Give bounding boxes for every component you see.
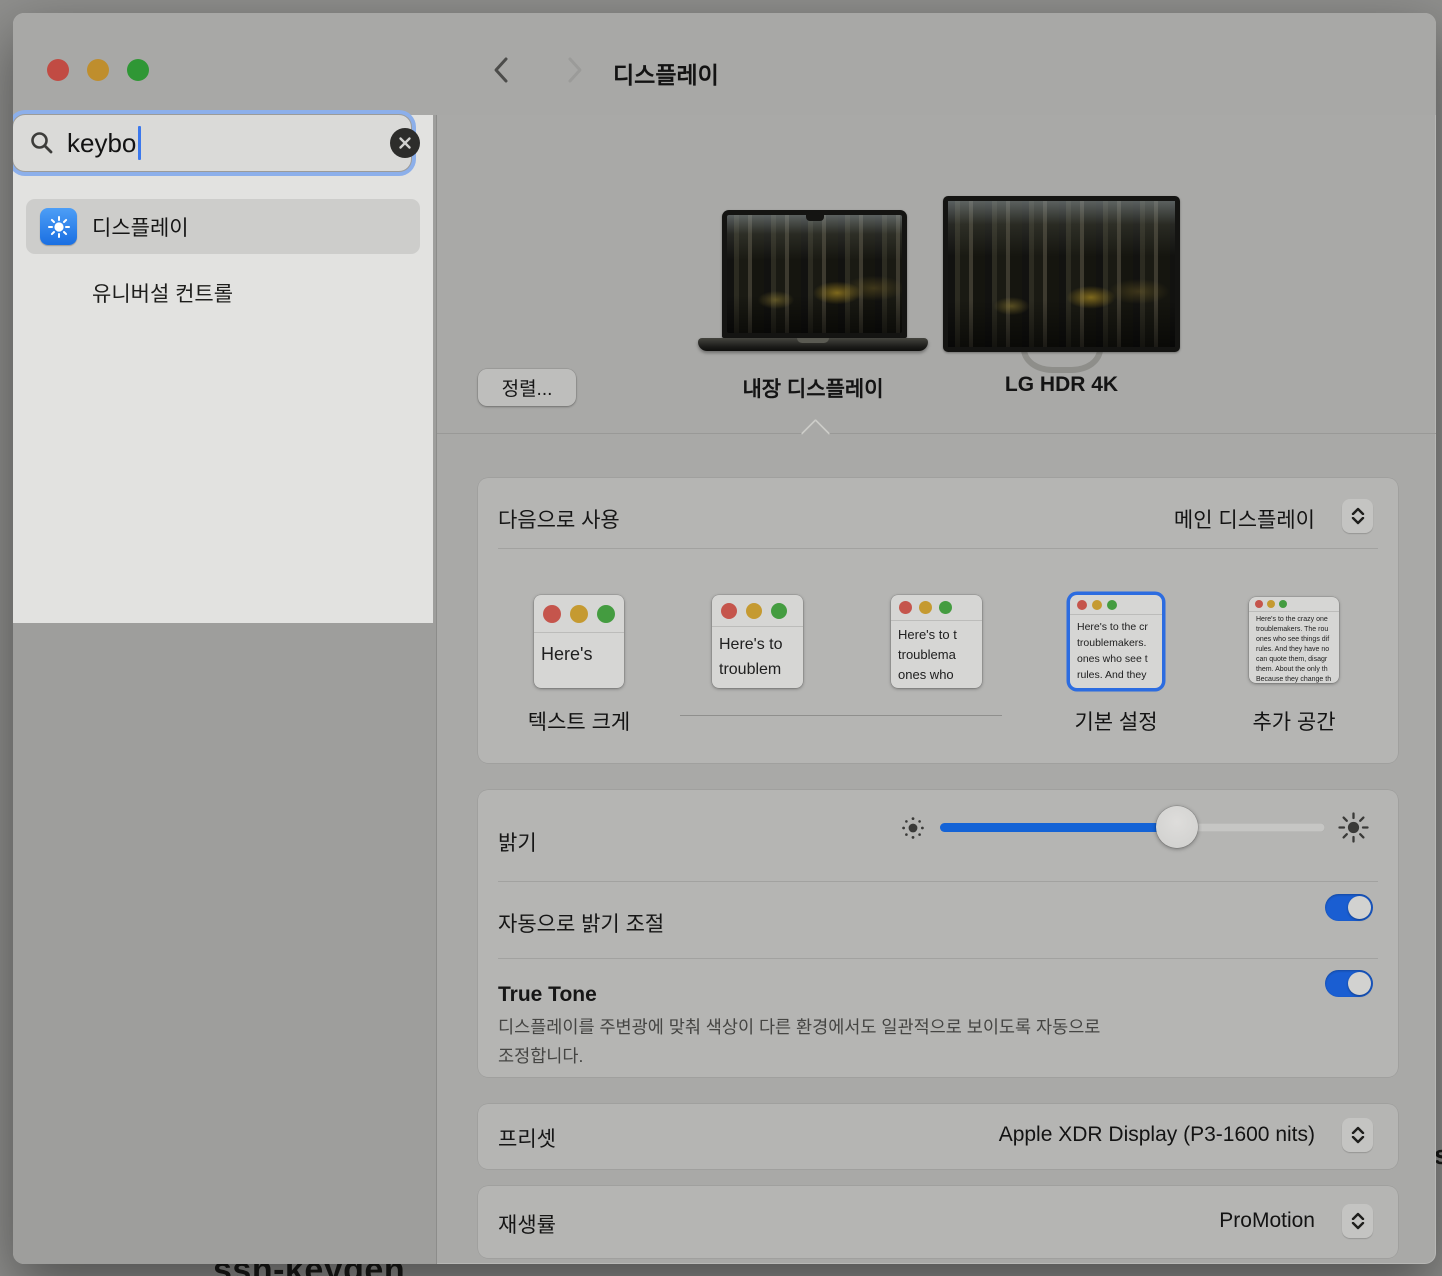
brightness-label: 밝기 <box>498 827 537 857</box>
refresh-rate-label: 재생률 <box>498 1209 556 1239</box>
brightness-high-icon <box>1338 812 1369 843</box>
search-result-label: 디스플레이 <box>92 212 189 242</box>
green-dot-icon <box>771 603 787 619</box>
sidebar-divider <box>436 115 437 1264</box>
row-divider <box>498 548 1378 549</box>
back-button[interactable] <box>490 55 514 85</box>
scaling-option-more-space[interactable]: Here's to the crazy one troublemakers. T… <box>1249 597 1339 683</box>
laptop-base <box>698 338 928 351</box>
true-tone-description: 디스플레이를 주변광에 맞춰 색상이 다른 환경에서도 일관적으로 보이도록 자… <box>498 1013 1258 1071</box>
green-dot-icon <box>1107 600 1117 610</box>
section-divider <box>437 433 1436 434</box>
scaling-label-default: 기본 설정 <box>1041 706 1191 736</box>
preset-label: 프리셋 <box>498 1123 556 1153</box>
green-dot-icon <box>1279 600 1287 608</box>
arrange-button[interactable]: 정렬... <box>478 369 576 406</box>
search-result-displays[interactable]: 디스플레이 <box>26 199 420 254</box>
scaling-label-larger-text: 텍스트 크게 <box>504 706 654 736</box>
brightness-slider-fill <box>940 823 1166 832</box>
external-display-label: LG HDR 4K <box>943 373 1180 397</box>
scaling-option-2[interactable]: Here's to troublem <box>712 595 803 688</box>
screenshot-root: ssh-keygen s keybo <box>0 0 1442 1276</box>
refresh-rate-dropdown[interactable] <box>1342 1204 1373 1238</box>
builtin-display-thumbnail[interactable] <box>722 210 907 338</box>
red-dot-icon <box>543 605 561 623</box>
row-divider <box>498 958 1378 959</box>
true-tone-label: True Tone <box>498 983 597 1007</box>
search-result-label: 유니버설 컨트롤 <box>92 278 233 308</box>
red-dot-icon <box>721 603 737 619</box>
laptop-lid-scoop <box>797 338 829 343</box>
use-as-dropdown[interactable] <box>1342 499 1373 533</box>
preset-dropdown[interactable] <box>1342 1118 1373 1152</box>
red-dot-icon <box>1255 600 1263 608</box>
yellow-dot-icon <box>1267 600 1275 608</box>
laptop-notch <box>806 215 824 221</box>
window-titlebar[interactable] <box>13 13 1436 115</box>
use-as-label: 다음으로 사용 <box>498 504 620 534</box>
brightness-low-icon <box>901 816 925 840</box>
scaling-preview-text: Here's to troublem <box>712 627 803 682</box>
yellow-dot-icon <box>919 601 932 614</box>
toggle-knob <box>1348 896 1371 919</box>
resolution-card: 다음으로 사용 메인 디스플레이 Here's Here's to troubl… <box>478 478 1398 763</box>
use-as-value: 메인 디스플레이 <box>1174 504 1315 534</box>
row-divider <box>498 881 1378 882</box>
brightness-slider-knob[interactable] <box>1156 806 1198 848</box>
green-dot-icon <box>939 601 952 614</box>
system-settings-window: keybo <box>13 13 1436 1264</box>
brightness-card: 밝기 <box>478 790 1398 1077</box>
toggle-knob <box>1348 972 1371 995</box>
green-dot-icon <box>597 605 615 623</box>
clear-search-icon[interactable] <box>390 128 420 158</box>
yellow-dot-icon <box>570 605 588 623</box>
red-dot-icon <box>1077 600 1087 610</box>
true-tone-toggle[interactable] <box>1325 970 1373 997</box>
zoom-button[interactable] <box>127 59 149 81</box>
scaling-option-3[interactable]: Here's to t troublema ones who <box>891 595 982 688</box>
refresh-rate-value: ProMotion <box>1219 1209 1315 1233</box>
search-results-panel: keybo <box>13 115 433 623</box>
preset-value: Apple XDR Display (P3-1600 nits) <box>999 1123 1315 1147</box>
scaling-option-default-selected[interactable]: Here's to the cr troublemakers. ones who… <box>1070 595 1162 688</box>
builtin-display-label: 내장 디스플레이 <box>713 373 913 403</box>
builtin-display-wallpaper <box>727 215 902 333</box>
search-query-text: keybo <box>67 128 136 159</box>
forward-button[interactable] <box>562 55 586 85</box>
red-dot-icon <box>899 601 912 614</box>
close-button[interactable] <box>47 59 69 81</box>
scaling-option-larger-text[interactable]: Here's <box>534 595 624 688</box>
text-caret <box>138 126 141 160</box>
search-icon <box>29 130 55 156</box>
preset-card: 프리셋 Apple XDR Display (P3-1600 nits) <box>478 1104 1398 1169</box>
scaling-preview-text: Here's to the cr troublemakers. ones who… <box>1070 615 1162 683</box>
minimize-button[interactable] <box>87 59 109 81</box>
monitor-stand <box>1021 349 1103 373</box>
scaling-preview-text: Here's to the crazy one troublemakers. T… <box>1249 612 1339 683</box>
display-brightness-icon <box>40 208 77 245</box>
auto-brightness-toggle[interactable] <box>1325 894 1373 921</box>
scaling-connector-line <box>680 715 1002 716</box>
scaling-preview-text: Here's <box>534 633 624 668</box>
page-title: 디스플레이 <box>613 56 719 90</box>
auto-brightness-label: 자동으로 밝기 조절 <box>498 908 664 938</box>
search-input[interactable]: keybo <box>13 115 411 171</box>
scaling-label-more-space: 추가 공간 <box>1219 706 1369 736</box>
yellow-dot-icon <box>1092 600 1102 610</box>
external-display-wallpaper <box>948 201 1175 347</box>
search-result-universal-control[interactable]: 유니버설 컨트롤 <box>26 265 420 320</box>
scaling-preview-text: Here's to t troublema ones who <box>891 621 982 685</box>
yellow-dot-icon <box>746 603 762 619</box>
refresh-rate-card: 재생률 ProMotion <box>478 1186 1398 1258</box>
external-display-thumbnail[interactable] <box>943 196 1180 352</box>
popover-arrow <box>801 419 831 449</box>
